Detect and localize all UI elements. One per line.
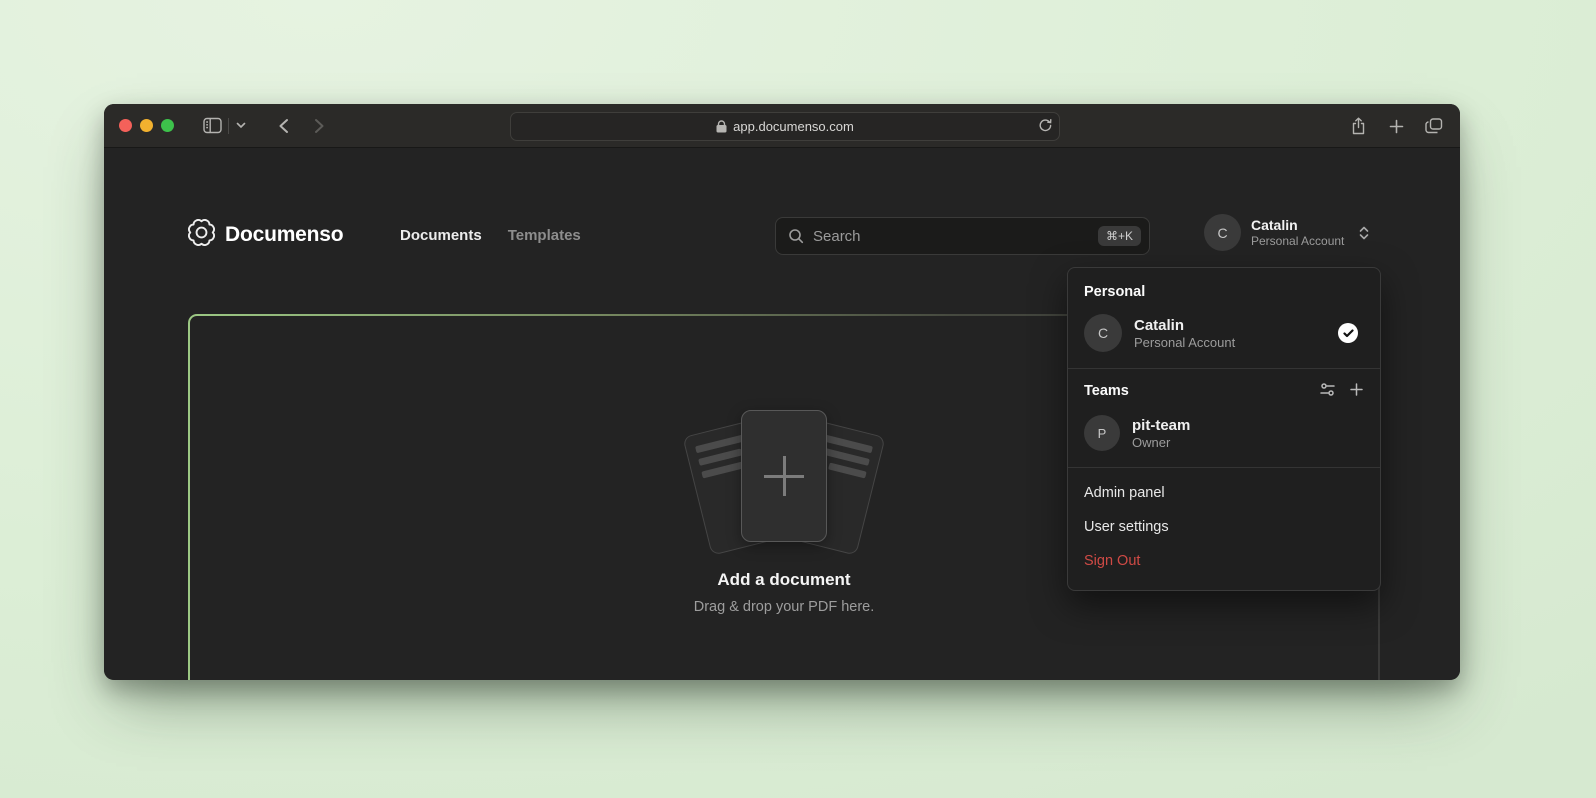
sliders-icon bbox=[1319, 381, 1336, 401]
account-name: Catalin bbox=[1251, 217, 1344, 234]
teams-section-heading: Teams bbox=[1084, 383, 1129, 399]
empty-state-title: Add a document bbox=[717, 570, 850, 590]
browser-toolbar: app.documenso.com bbox=[104, 104, 1460, 148]
menu-item-admin-panel[interactable]: Admin panel bbox=[1082, 476, 1366, 510]
desktop-background: app.documenso.com bbox=[0, 0, 1596, 798]
team-avatar: P bbox=[1084, 415, 1120, 451]
menu-item-user-settings[interactable]: User settings bbox=[1082, 510, 1366, 544]
account-menu-button[interactable]: C Catalin Personal Account bbox=[1204, 214, 1370, 251]
plus-icon bbox=[1389, 119, 1404, 134]
chevrons-up-down-icon bbox=[1358, 225, 1370, 241]
account-avatar: C bbox=[1204, 214, 1241, 251]
menu-divider bbox=[1068, 467, 1380, 468]
add-document-plus-icon bbox=[764, 456, 804, 496]
tab-overview-icon bbox=[1425, 118, 1443, 134]
personal-account-item[interactable]: C Catalin Personal Account bbox=[1082, 306, 1366, 360]
selected-check-icon bbox=[1338, 323, 1358, 343]
tab-overview-button[interactable] bbox=[1420, 112, 1448, 140]
search-shortcut-badge: ⌘+K bbox=[1098, 226, 1141, 246]
app-page: Documenso Documents Templates ⌘+K C Cata… bbox=[104, 148, 1460, 679]
account-dropdown-menu: Personal C Catalin Personal Account Team… bbox=[1067, 267, 1381, 591]
search-icon bbox=[788, 228, 804, 244]
personal-section-heading: Personal bbox=[1082, 280, 1366, 306]
sidebar-toggle-icon bbox=[203, 117, 222, 134]
forward-button[interactable] bbox=[305, 112, 333, 140]
document-card-center bbox=[741, 410, 827, 542]
brand[interactable]: Documenso bbox=[188, 210, 343, 260]
chevron-down-icon bbox=[236, 122, 246, 129]
personal-account-subtitle: Personal Account bbox=[1134, 335, 1235, 351]
menu-divider bbox=[1068, 368, 1380, 369]
zoom-window-button[interactable] bbox=[161, 119, 174, 132]
search-bar[interactable]: ⌘+K bbox=[775, 217, 1150, 255]
documenso-logo-icon bbox=[188, 219, 215, 251]
back-button[interactable] bbox=[269, 112, 297, 140]
nav-documents[interactable]: Documents bbox=[400, 227, 482, 244]
share-icon bbox=[1351, 117, 1366, 135]
empty-state-subtitle: Drag & drop your PDF here. bbox=[694, 599, 875, 615]
address-bar[interactable]: app.documenso.com bbox=[510, 112, 1060, 141]
reload-button[interactable] bbox=[1038, 118, 1052, 135]
plus-icon bbox=[1349, 382, 1364, 400]
search-input[interactable] bbox=[813, 228, 1089, 245]
lock-icon bbox=[716, 120, 727, 133]
team-role: Owner bbox=[1132, 435, 1190, 451]
personal-account-avatar: C bbox=[1084, 314, 1122, 352]
sidebar-menu-button[interactable] bbox=[231, 112, 251, 140]
empty-state-illustration bbox=[664, 410, 904, 550]
toolbar-divider bbox=[228, 118, 229, 134]
url-text: app.documenso.com bbox=[733, 119, 854, 134]
reload-icon bbox=[1038, 118, 1052, 135]
minimize-window-button[interactable] bbox=[140, 119, 153, 132]
brand-name: Documenso bbox=[225, 223, 343, 247]
sidebar-toggle-button[interactable] bbox=[198, 112, 226, 140]
team-name: pit-team bbox=[1132, 416, 1190, 435]
account-subtitle: Personal Account bbox=[1251, 234, 1344, 249]
primary-nav: Documents Templates bbox=[400, 210, 581, 260]
manage-teams-button[interactable] bbox=[1319, 381, 1336, 401]
menu-item-sign-out[interactable]: Sign Out bbox=[1082, 544, 1366, 578]
close-window-button[interactable] bbox=[119, 119, 132, 132]
personal-account-name: Catalin bbox=[1134, 316, 1235, 335]
share-button[interactable] bbox=[1344, 112, 1372, 140]
chevron-left-icon bbox=[278, 118, 289, 134]
team-item[interactable]: P pit-team Owner bbox=[1082, 407, 1366, 459]
add-team-button[interactable] bbox=[1349, 382, 1364, 400]
chevron-right-icon bbox=[314, 118, 325, 134]
traffic-lights bbox=[104, 119, 174, 132]
new-tab-button[interactable] bbox=[1382, 112, 1410, 140]
browser-window: app.documenso.com bbox=[104, 104, 1460, 680]
nav-templates[interactable]: Templates bbox=[508, 227, 581, 244]
